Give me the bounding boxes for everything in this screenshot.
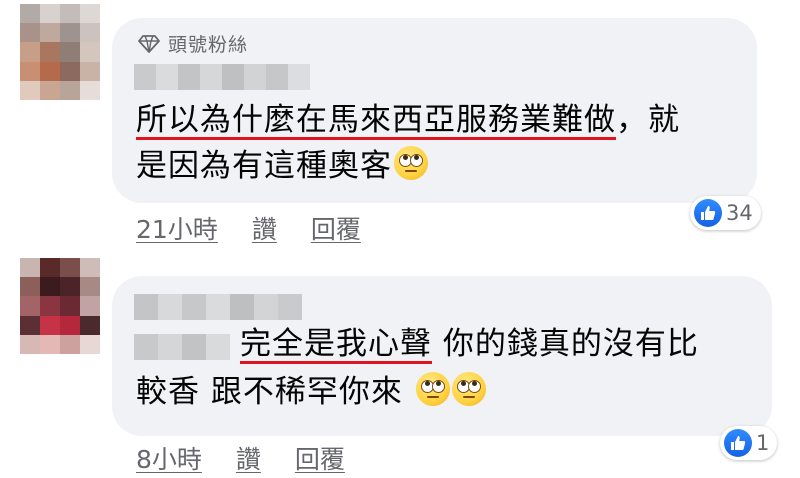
comment-actions: 8小時 讚 回覆 bbox=[136, 440, 345, 476]
face-with-rolling-eyes-icon bbox=[451, 372, 486, 406]
like-icon bbox=[694, 199, 722, 227]
comment-text-line-2: 是因為有這種奧客 bbox=[136, 146, 428, 186]
face-with-rolling-eyes-icon bbox=[415, 372, 450, 406]
reaction-count[interactable]: 1 bbox=[720, 426, 778, 460]
reaction-count-value: 34 bbox=[726, 201, 753, 225]
timestamp-link[interactable]: 8小時 bbox=[136, 440, 202, 476]
commenter-name[interactable] bbox=[134, 294, 302, 320]
reaction-count[interactable]: 34 bbox=[690, 196, 761, 230]
reply-button[interactable]: 回覆 bbox=[311, 210, 361, 246]
comment-text-line-1: 完全是我心聲 你的錢真的沒有比 bbox=[240, 324, 699, 364]
comment-2: 完全是我心聲 你的錢真的沒有比 較香 跟不稀罕你來 1 8小時 讚 回覆 bbox=[0, 250, 800, 478]
mentioned-name[interactable] bbox=[134, 334, 230, 360]
comment-text: 是因為有這種奧客 bbox=[136, 148, 392, 184]
top-fan-badge: 頭號粉絲 bbox=[138, 30, 248, 57]
comment-text-line-2: 較香 跟不稀罕你來 bbox=[136, 372, 486, 412]
avatar[interactable] bbox=[20, 258, 100, 354]
timestamp-link[interactable]: 21小時 bbox=[136, 210, 218, 246]
comment-text: 較香 跟不稀罕你來 bbox=[136, 374, 403, 410]
comment-bubble: 頭號粉絲 所以為什麼在馬來西亞服務業難做，就 是因為有這種奧客 bbox=[112, 18, 757, 203]
comment-text-line-1: 所以為什麼在馬來西亞服務業難做，就 bbox=[136, 100, 680, 140]
badge-label: 頭號粉絲 bbox=[168, 34, 249, 56]
face-with-rolling-eyes-icon bbox=[394, 146, 428, 180]
highlighted-text: 完全是我心聲 bbox=[240, 326, 432, 362]
avatar[interactable] bbox=[20, 4, 100, 100]
comment-actions: 21小時 讚 回覆 bbox=[136, 210, 361, 246]
highlighted-text: 所以為什麼在馬來西亞服務業難做 bbox=[136, 102, 616, 138]
diamond-icon bbox=[138, 34, 160, 53]
comment-bubble: 完全是我心聲 你的錢真的沒有比 較香 跟不稀罕你來 bbox=[112, 276, 772, 436]
like-button[interactable]: 讚 bbox=[252, 210, 277, 246]
like-icon bbox=[724, 429, 752, 457]
comment-1: 頭號粉絲 所以為什麼在馬來西亞服務業難做，就 是因為有這種奧客 34 21小時 … bbox=[0, 0, 800, 250]
reply-button[interactable]: 回覆 bbox=[295, 440, 345, 476]
like-button[interactable]: 讚 bbox=[236, 440, 261, 476]
comment-text: ，就 bbox=[616, 102, 680, 138]
reaction-count-value: 1 bbox=[756, 431, 770, 455]
comment-text: 你的錢真的沒有比 bbox=[432, 326, 699, 362]
commenter-name[interactable] bbox=[134, 64, 310, 90]
